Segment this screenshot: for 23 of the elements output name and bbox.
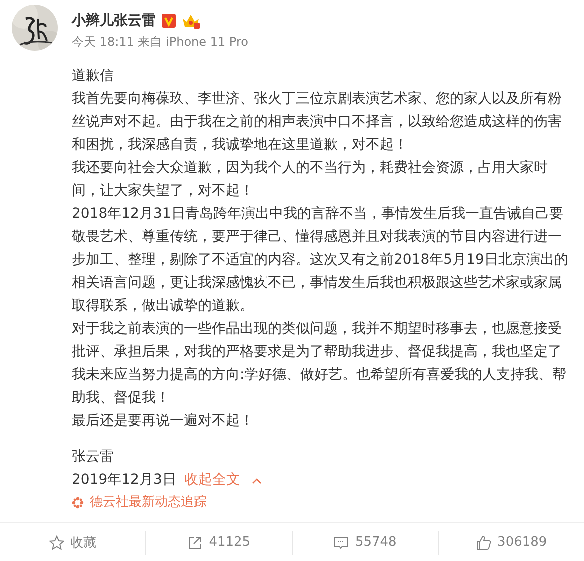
like-button[interactable]: 306189 [438, 523, 584, 561]
post-paragraph: 最后还是要再说一遍对不起！ [72, 412, 255, 431]
repost-button[interactable]: 41125 [146, 523, 292, 561]
topic-link[interactable]: 德云社最新动态追踪 [72, 492, 572, 514]
comment-icon [333, 534, 350, 550]
share-icon [187, 534, 204, 550]
post-paragraph: 对于我之前表演的一些作品出现的类似问题，我并不期望时移事去，也愿意接受批评、承担后果，对我的严格要求是为了帮助我进步、督促我提高，我也坚定了我未来应当努力提高的方向:学好德、做好艺。也希望所有喜爱我的人支持我、帮助我、督促我！ [72, 320, 568, 408]
star-icon [48, 534, 65, 550]
post-paragraph: 我还要向社会大众道歉，因为我个人的不当行为，耗费社会资源，占用大家时间，让大家失望了，对不起！ [72, 159, 549, 201]
author-name[interactable]: 小辫儿张云雷 [72, 12, 156, 30]
post-time: 今天 18:11 来自 iPhone 11 Pro [72, 34, 248, 51]
post-date: 2019年12月3日 [72, 471, 176, 490]
collapse-link[interactable]: 收起全文 [184, 469, 262, 492]
thumbs-up-icon [476, 534, 492, 550]
post-paragraph: 道歉信 [72, 67, 115, 86]
flower-icon [72, 497, 84, 509]
signature: 张云雷 [72, 448, 115, 467]
crown-icon [182, 13, 200, 29]
caret-icon [252, 478, 262, 484]
post-paragraph: 2018年12月31日青岛跨年演出中我的言辞不当，事情发生后我一直告诫自己要敬畏艺术、尊重传统，要严于律己、懂得感恩并且对我表演的节目内容进行进一步加工、整理，剔除了不适宜的内容。这次又有之前2018年5月19日北京演出的相关语言问题，更让我深感愧疚不已，事情发生后我也积极跟这些艺术家或家属取得联系，做出诚挚的道歉。 [72, 205, 570, 316]
post-paragraph: 我首先要向梅葆玖、李世济、张火丁三位京剧表演艺术家、您的家人以及所有粉丝说声对不起。由于我在之前的相声表演中口不择言，以致给您造成这样的伤害和困扰，我深感自责，我诚挚地在这里道歉，对不起！ [72, 90, 563, 155]
comment-button[interactable]: 55748 [292, 523, 438, 561]
favorite-button[interactable]: 收藏 [0, 523, 146, 561]
